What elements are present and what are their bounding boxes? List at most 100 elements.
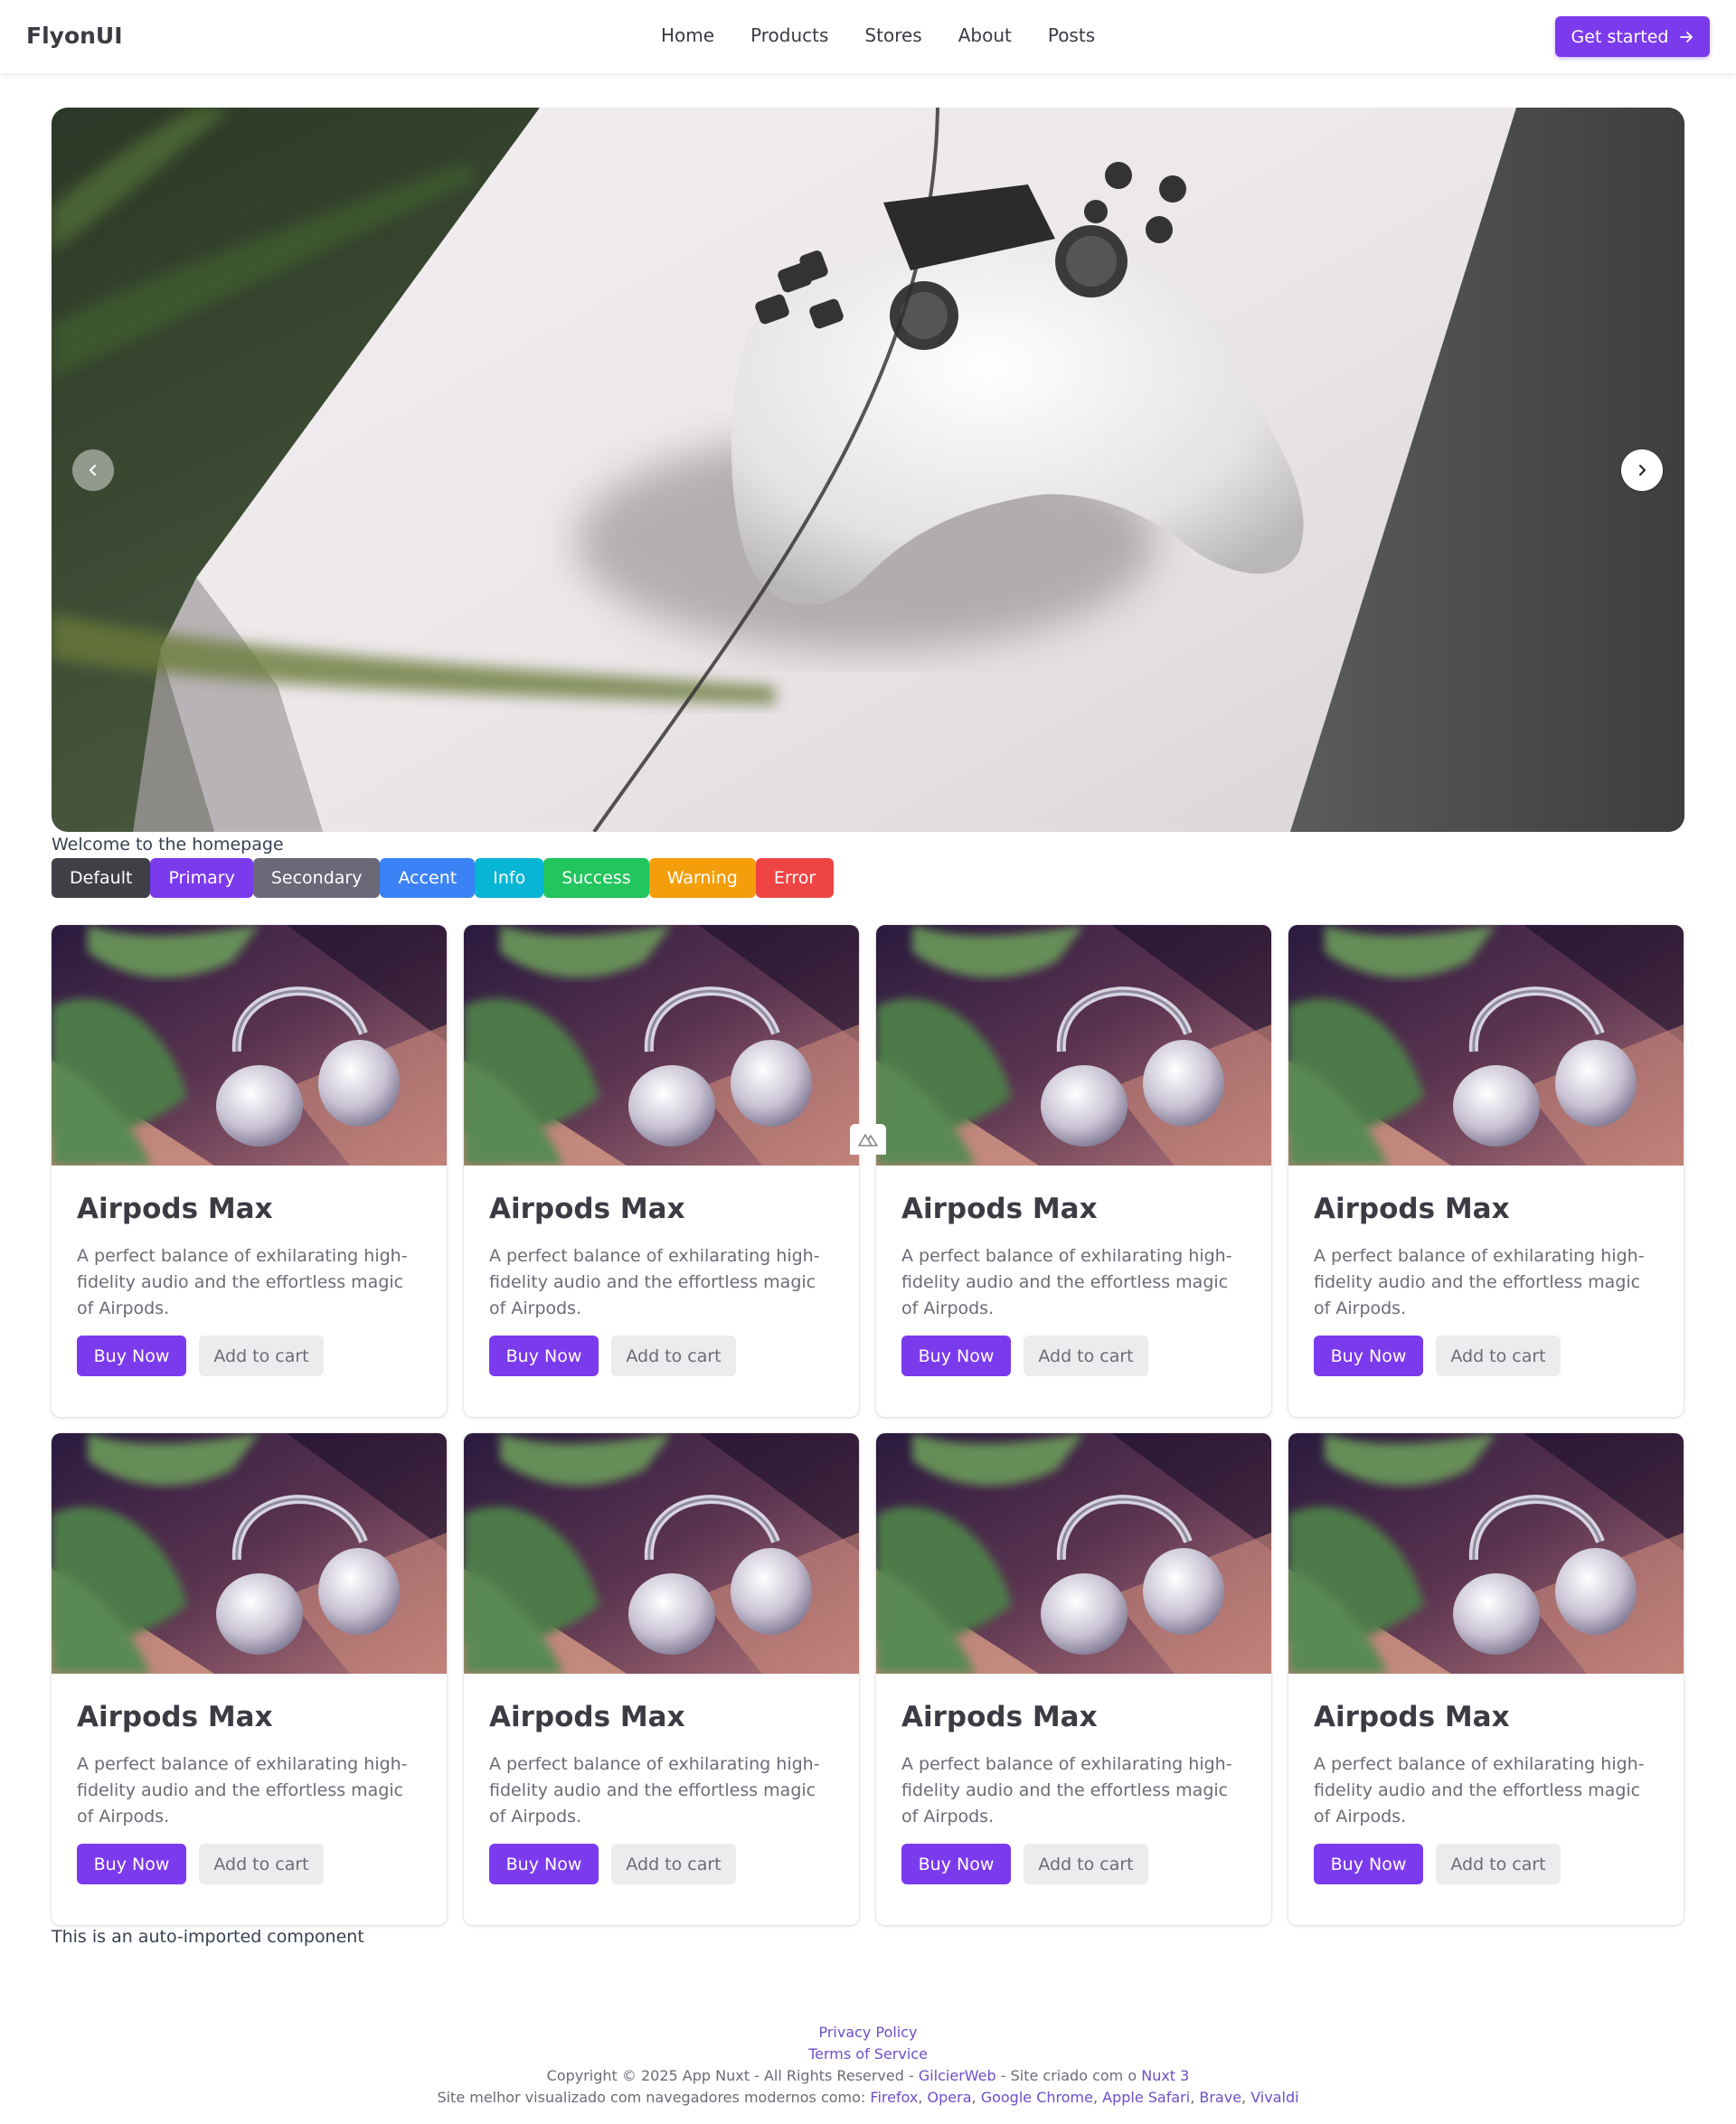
card-actions: Buy Now Add to cart — [77, 1336, 421, 1376]
card-actions: Buy Now Add to cart — [489, 1336, 834, 1376]
buy-now-button[interactable]: Buy Now — [1314, 1336, 1423, 1376]
product-image — [1288, 925, 1684, 1166]
navbar: FlyonUI Home Products Stores About Posts… — [0, 0, 1736, 73]
product-title: Airpods Max — [489, 1193, 685, 1225]
browser-link[interactable]: Brave — [1199, 2089, 1241, 2106]
card-body: Airpods Max A perfect balance of exhilar… — [464, 1166, 859, 1376]
card-actions: Buy Now Add to cart — [1314, 1844, 1658, 1884]
carousel-next-button[interactable] — [1621, 449, 1663, 491]
get-started-label: Get started — [1571, 26, 1669, 47]
product-title: Airpods Max — [901, 1701, 1098, 1733]
product-title: Airpods Max — [77, 1193, 273, 1225]
primary-button[interactable]: Primary — [150, 858, 253, 898]
product-card: Airpods Max A perfect balance of exhilar… — [464, 1433, 859, 1925]
add-to-cart-button[interactable]: Add to cart — [199, 1336, 324, 1376]
info-button[interactable]: Info — [475, 858, 544, 898]
auto-imported-text: This is an auto-imported component — [52, 1927, 364, 1947]
card-body: Airpods Max A perfect balance of exhilar… — [876, 1674, 1271, 1884]
built-with-text: - Site criado com o — [995, 2067, 1142, 2084]
accent-button[interactable]: Accent — [380, 858, 476, 898]
success-button[interactable]: Success — [543, 858, 649, 898]
card-body: Airpods Max A perfect balance of exhilar… — [876, 1166, 1271, 1376]
copyright-text: Copyright © 2025 App Nuxt - All Rights R… — [546, 2067, 919, 2084]
error-button[interactable]: Error — [755, 858, 835, 898]
buy-now-button[interactable]: Buy Now — [489, 1844, 599, 1884]
card-actions: Buy Now Add to cart — [1314, 1336, 1658, 1376]
buy-now-button[interactable]: Buy Now — [901, 1336, 1011, 1376]
browsers-text: Site melhor visualizado com navegadores … — [437, 2089, 871, 2106]
color-button-row: Default Primary Secondary Accent Info Su… — [52, 858, 835, 898]
privacy-policy-link[interactable]: Privacy Policy — [818, 2024, 917, 2041]
product-card: Airpods Max A perfect balance of exhilar… — [52, 925, 447, 1417]
footer: Privacy Policy Terms of Service Copyrigh… — [0, 2022, 1736, 2109]
nav-link-products[interactable]: Products — [750, 24, 828, 46]
brand-logo-text[interactable]: FlyonUI — [26, 23, 123, 49]
nav-link-about[interactable]: About — [958, 24, 1012, 46]
nuxt-link[interactable]: Nuxt 3 — [1141, 2067, 1189, 2084]
product-card: Airpods Max A perfect balance of exhilar… — [464, 925, 859, 1417]
add-to-cart-button[interactable]: Add to cart — [1024, 1336, 1148, 1376]
product-card: Airpods Max A perfect balance of exhilar… — [1288, 925, 1684, 1417]
default-button[interactable]: Default — [52, 858, 151, 898]
add-to-cart-button[interactable]: Add to cart — [1436, 1336, 1561, 1376]
product-card: Airpods Max A perfect balance of exhilar… — [876, 1433, 1271, 1925]
product-image — [464, 925, 859, 1166]
card-actions: Buy Now Add to cart — [77, 1844, 421, 1884]
browser-link[interactable]: Opera — [928, 2089, 972, 2106]
browsers-line: Site melhor visualizado com navegadores … — [0, 2087, 1736, 2109]
warning-button[interactable]: Warning — [648, 858, 756, 898]
chevron-right-icon — [1639, 465, 1646, 476]
hero-carousel — [52, 108, 1684, 832]
add-to-cart-button[interactable]: Add to cart — [1024, 1844, 1148, 1884]
browser-link[interactable]: Apple Safari — [1102, 2089, 1190, 2106]
nuxt-icon — [858, 1134, 878, 1147]
add-to-cart-button[interactable]: Add to cart — [611, 1844, 736, 1884]
browser-link[interactable]: Google Chrome — [981, 2089, 1093, 2106]
terms-link[interactable]: Terms of Service — [808, 2045, 928, 2063]
product-description: A perfect balance of exhilarating high-f… — [1314, 1246, 1645, 1318]
card-body: Airpods Max A perfect balance of exhilar… — [464, 1674, 859, 1884]
copyright-line: Copyright © 2025 App Nuxt - All Rights R… — [0, 2065, 1736, 2087]
product-description: A perfect balance of exhilarating high-f… — [77, 1246, 408, 1318]
product-title: Airpods Max — [1314, 1193, 1510, 1225]
product-description: A perfect balance of exhilarating high-f… — [489, 1754, 820, 1827]
add-to-cart-button[interactable]: Add to cart — [199, 1844, 324, 1884]
buy-now-button[interactable]: Buy Now — [77, 1844, 186, 1884]
product-image — [876, 925, 1271, 1166]
get-started-button[interactable]: Get started — [1555, 16, 1710, 57]
add-to-cart-button[interactable]: Add to cart — [1436, 1844, 1561, 1884]
browser-links: Firefox, Opera, Google Chrome, Apple Saf… — [870, 2089, 1299, 2106]
card-actions: Buy Now Add to cart — [901, 1844, 1246, 1884]
product-title: Airpods Max — [901, 1193, 1098, 1225]
buy-now-button[interactable]: Buy Now — [489, 1336, 599, 1376]
card-body: Airpods Max A perfect balance of exhilar… — [52, 1166, 447, 1376]
nav-link-stores[interactable]: Stores — [864, 24, 921, 46]
browser-link[interactable]: Vivaldi — [1250, 2089, 1298, 2106]
add-to-cart-button[interactable]: Add to cart — [611, 1336, 736, 1376]
nav-link-posts[interactable]: Posts — [1048, 24, 1095, 46]
nav-link-home[interactable]: Home — [661, 24, 714, 46]
carousel-prev-button[interactable] — [72, 449, 114, 491]
hero-image — [52, 108, 1684, 832]
card-body: Airpods Max A perfect balance of exhilar… — [1288, 1166, 1684, 1376]
product-title: Airpods Max — [489, 1701, 685, 1733]
nuxt-devtools-toggle[interactable] — [850, 1124, 886, 1155]
product-card: Airpods Max A perfect balance of exhilar… — [876, 925, 1271, 1417]
arrow-right-icon — [1680, 31, 1694, 42]
product-image — [52, 1433, 447, 1674]
buy-now-button[interactable]: Buy Now — [901, 1844, 1011, 1884]
secondary-button[interactable]: Secondary — [252, 858, 381, 898]
product-grid: Airpods Max A perfect balance of exhilar… — [52, 925, 1684, 1925]
buy-now-button[interactable]: Buy Now — [77, 1336, 186, 1376]
product-description: A perfect balance of exhilarating high-f… — [77, 1754, 408, 1827]
chevron-left-icon — [90, 465, 96, 476]
author-link[interactable]: GilcierWeb — [919, 2067, 996, 2084]
browser-link[interactable]: Firefox — [870, 2089, 918, 2106]
buy-now-button[interactable]: Buy Now — [1314, 1844, 1423, 1884]
card-body: Airpods Max A perfect balance of exhilar… — [1288, 1674, 1684, 1884]
product-card: Airpods Max A perfect balance of exhilar… — [52, 1433, 447, 1925]
product-image — [52, 925, 447, 1166]
product-description: A perfect balance of exhilarating high-f… — [489, 1246, 820, 1318]
product-description: A perfect balance of exhilarating high-f… — [901, 1246, 1232, 1318]
product-description: A perfect balance of exhilarating high-f… — [901, 1754, 1232, 1827]
